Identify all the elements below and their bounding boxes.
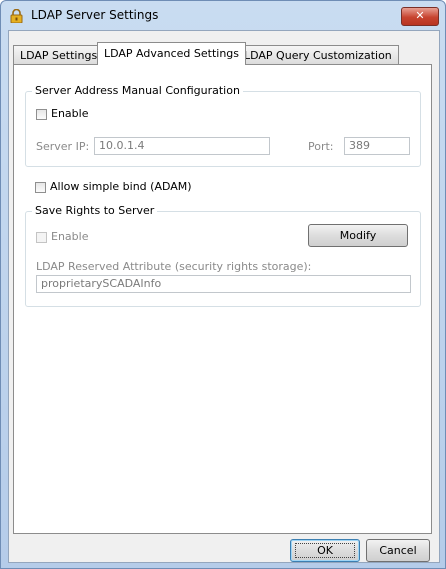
tab-ldap-settings[interactable]: LDAP Settings [13, 45, 105, 64]
close-button[interactable]: ✕ [401, 7, 439, 26]
tab-panel-advanced: Server Address Manual Configuration Enab… [13, 64, 432, 534]
save-rights-group-title: Save Rights to Server [32, 204, 158, 217]
server-address-enable-checkbox[interactable] [36, 109, 47, 120]
server-ip-label: Server IP: [36, 140, 90, 153]
focus-indicator [295, 543, 355, 558]
save-rights-group: Save Rights to Server Enable Modify LDAP… [25, 204, 421, 307]
server-address-group-title: Server Address Manual Configuration [32, 84, 243, 97]
dialog-body: LDAP Settings LDAP Advanced Settings LDA… [8, 30, 440, 563]
port-label: Port: [308, 140, 334, 153]
save-rights-enable-checkbox[interactable] [36, 232, 47, 243]
reserved-attribute-input[interactable]: proprietarySCADAInfo [36, 275, 411, 293]
ldap-server-settings-window: LDAP Server Settings ✕ LDAP Settings LDA… [0, 0, 446, 569]
simple-bind-label[interactable]: Allow simple bind (ADAM) [50, 180, 192, 193]
simple-bind-checkbox[interactable] [35, 182, 46, 193]
window-title: LDAP Server Settings [31, 8, 159, 22]
port-input[interactable]: 389 [344, 137, 410, 155]
modify-button[interactable]: Modify [308, 224, 408, 247]
lock-icon [10, 9, 23, 23]
cancel-button[interactable]: Cancel [366, 539, 430, 562]
tab-ldap-advanced-settings[interactable]: LDAP Advanced Settings [97, 42, 247, 65]
server-address-enable-label[interactable]: Enable [51, 107, 88, 120]
ok-button[interactable]: OK [290, 539, 360, 562]
title-bar[interactable]: LDAP Server Settings ✕ [1, 1, 445, 29]
close-icon: ✕ [415, 9, 425, 22]
reserved-attribute-label: LDAP Reserved Attribute (security rights… [36, 260, 312, 273]
server-address-group: Server Address Manual Configuration Enab… [25, 84, 421, 167]
save-rights-enable-label[interactable]: Enable [51, 230, 88, 243]
server-ip-input[interactable]: 10.0.1.4 [94, 137, 270, 155]
tab-ldap-query-customization[interactable]: LDAP Query Customization [237, 45, 399, 64]
